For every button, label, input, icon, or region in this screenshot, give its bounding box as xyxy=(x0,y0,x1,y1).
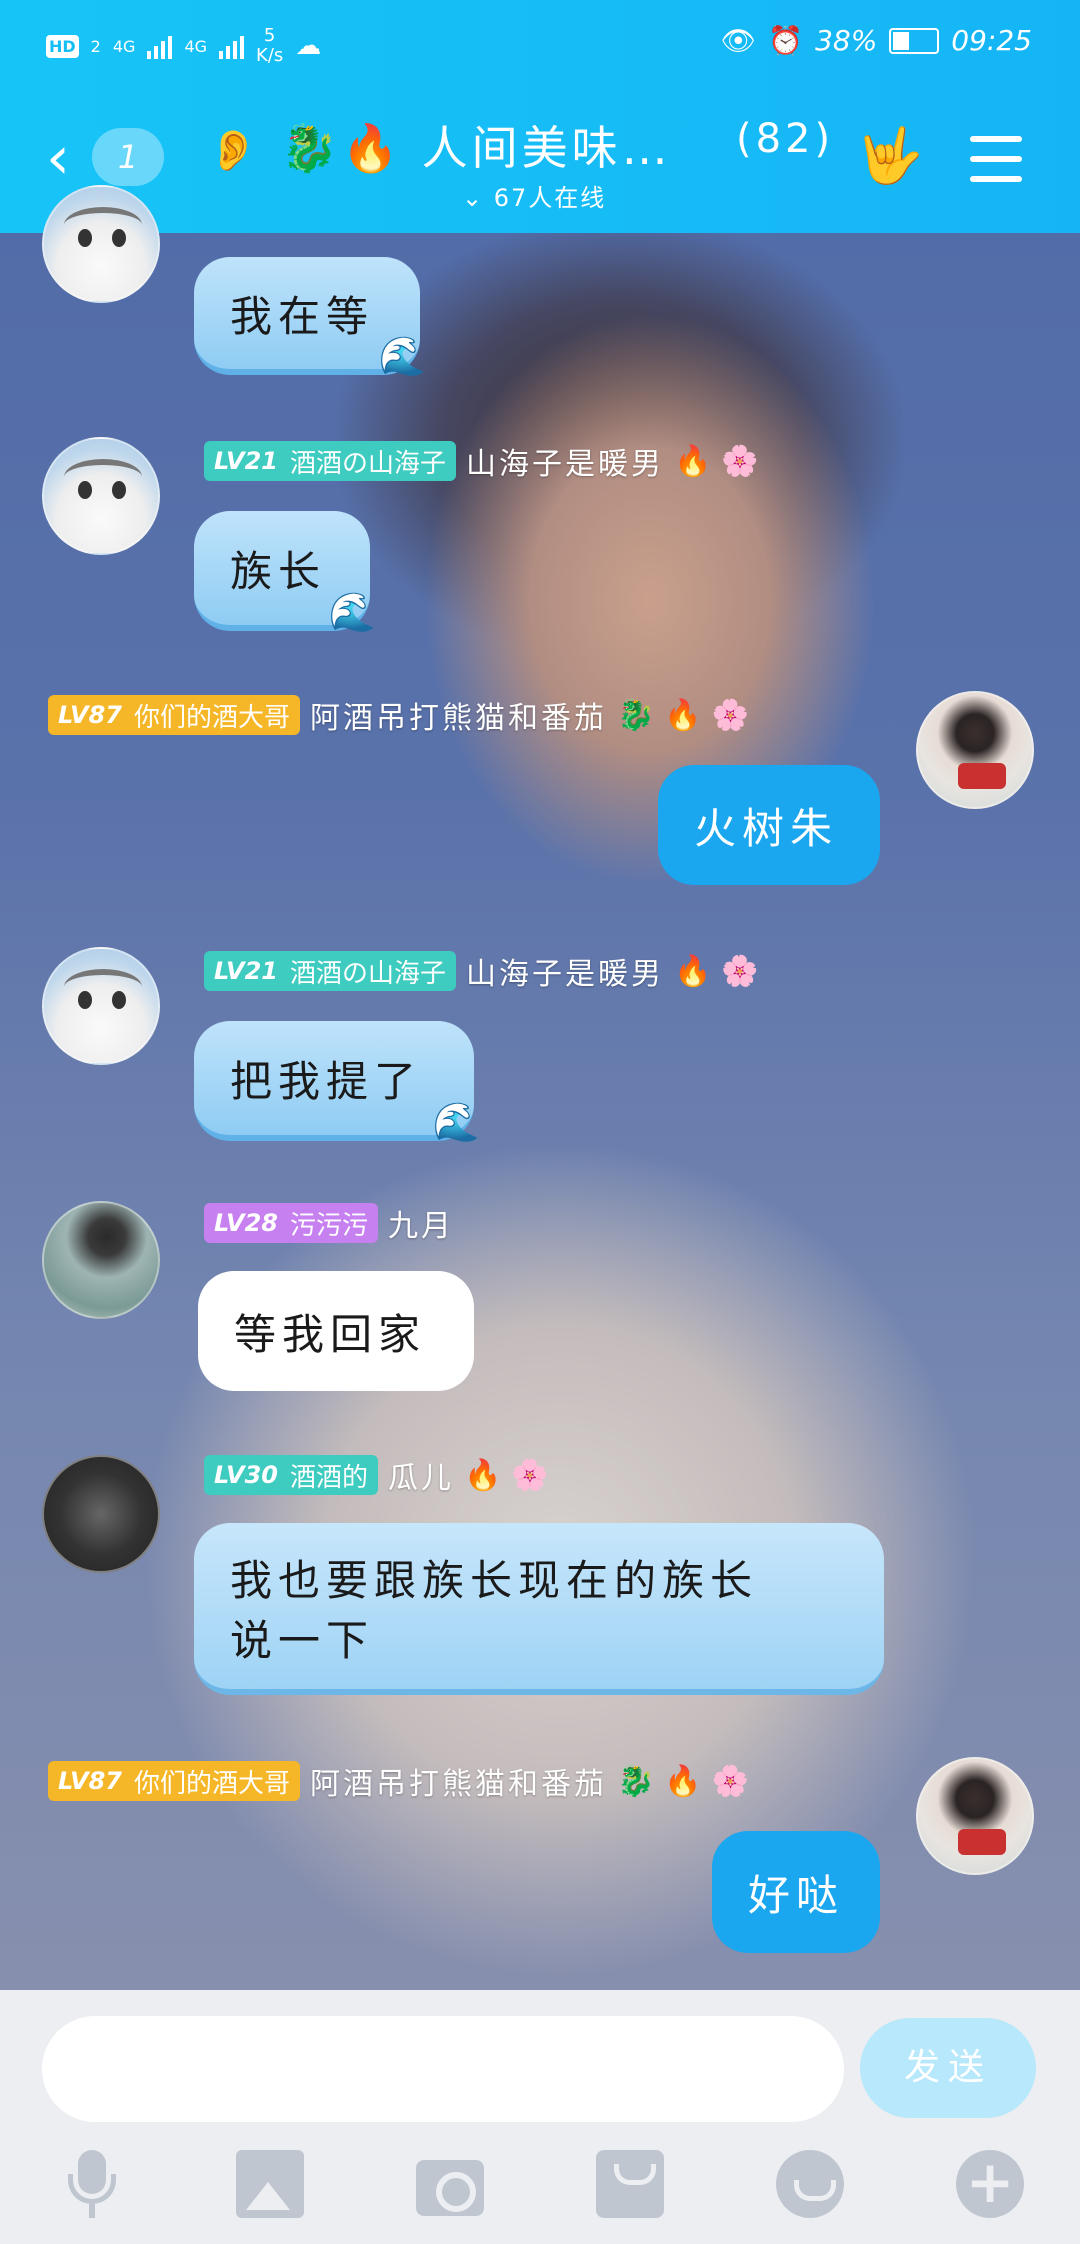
wave-decoration-icon: 🌊 xyxy=(328,590,382,634)
sender-info: LV30 酒酒的 瓜儿 🔥 🌸 xyxy=(204,1455,549,1496)
fire-icon: 🔥 xyxy=(463,1457,502,1493)
send-button[interactable]: 发送 xyxy=(860,2018,1036,2118)
level-badge: LV30 酒酒的 xyxy=(204,1455,378,1495)
emoji-icon[interactable] xyxy=(776,2150,844,2218)
message-text: 把我提了 xyxy=(230,1056,423,1106)
signal-icon xyxy=(147,33,173,59)
flower-icon: 🌸 xyxy=(711,697,750,733)
level-badge: LV21 酒酒の山海子 xyxy=(204,951,456,991)
avatar[interactable] xyxy=(42,1201,160,1319)
message-bubble[interactable]: 我也要跟族长现在的族长 说一下 xyxy=(194,1523,884,1695)
battery-icon xyxy=(889,27,940,54)
back-button[interactable]: ‹ xyxy=(46,128,86,188)
level-badge: LV87 你们的酒大哥 xyxy=(48,1761,300,1801)
sender-name: 阿酒吊打熊猫和番茄 xyxy=(309,701,607,736)
message-bubble[interactable]: 我在等 🌊 xyxy=(194,257,426,378)
top-bar: HD 2 4G 4G 5 K/s ☁ 👁 ⏰ 38% 09:25 ‹ 1 👂 🐉🔥… xyxy=(0,0,1080,233)
message-text: 等我回家 xyxy=(234,1309,427,1359)
flower-icon: 🌸 xyxy=(711,1763,750,1799)
fire-icon: 🔥 xyxy=(673,443,712,479)
my-message-bubble[interactable]: 火树朱 xyxy=(658,765,880,885)
eye-icon: 👁 xyxy=(720,24,757,57)
plus-icon[interactable]: + xyxy=(956,2150,1024,2218)
sim-slot: 2 xyxy=(90,36,101,56)
message-bubble[interactable]: 把我提了 🌊 xyxy=(194,1021,480,1144)
sender-info: LV87 你们的酒大哥 阿酒吊打熊猫和番茄 🐉 🔥 🌸 xyxy=(48,1761,750,1802)
message-text-line2: 说一下 xyxy=(230,1616,375,1665)
fire-icon: 🔥 xyxy=(673,953,712,989)
sender-name: 九月 xyxy=(387,1209,454,1244)
message-bubble[interactable]: 族长 🌊 xyxy=(194,511,376,634)
dragon-icon: 🐉 xyxy=(616,1763,655,1799)
sender-info: LV87 你们的酒大哥 阿酒吊打熊猫和番茄 🐉 🔥 🌸 xyxy=(48,695,750,736)
camera-icon[interactable] xyxy=(416,2160,484,2216)
message-text-line1: 我也要跟族长现在的族长 xyxy=(230,1556,759,1605)
sender-info: LV21 酒酒の山海子 山海子是暖男 🔥 🌸 xyxy=(204,951,759,992)
message-input[interactable] xyxy=(42,2016,844,2122)
network-type-2: 4G xyxy=(184,36,208,56)
chat-header: ‹ 1 👂 🐉🔥 人间美味… (82) ⌄ 67人在线 🤟 xyxy=(0,100,1080,220)
status-bar: HD 2 4G 4G 5 K/s ☁ 👁 ⏰ 38% 09:25 xyxy=(0,18,1080,72)
sender-name: 山海子是暖男 xyxy=(465,447,664,482)
group-title[interactable]: 👂 🐉🔥 人间美味… xyxy=(208,112,672,178)
dragon-icon: 🐉 xyxy=(616,697,655,733)
message-list[interactable]: 我在等 🌊 LV21 酒酒の山海子 山海子是暖男 🔥 🌸 族长 🌊 LV87 你们的酒… xyxy=(0,185,1080,1990)
level-badge: LV28 污污污 xyxy=(204,1203,378,1243)
unread-badge[interactable]: 1 xyxy=(92,128,164,186)
group-name: 人间美味… xyxy=(421,121,672,175)
message-text: 族长 xyxy=(230,546,327,596)
avatar[interactable] xyxy=(42,185,160,303)
alarm-icon: ⏰ xyxy=(768,24,804,57)
dragon-icon: 🐉 xyxy=(280,121,342,175)
flower-icon: 🌸 xyxy=(511,1457,549,1493)
my-avatar[interactable] xyxy=(916,1757,1034,1875)
member-count: (82) xyxy=(736,116,835,162)
message-text: 好哒 xyxy=(748,1870,845,1920)
my-avatar[interactable] xyxy=(916,691,1034,809)
input-panel: 发送 + xyxy=(0,1990,1080,2244)
hd-indicator: HD xyxy=(46,34,79,58)
level-badge: LV87 你们的酒大哥 xyxy=(48,695,300,735)
message-text: 我在等 xyxy=(230,291,375,341)
online-status[interactable]: ⌄ 67人在线 xyxy=(462,178,606,213)
flower-icon: 🌸 xyxy=(721,953,759,989)
rock-hand-icon[interactable]: 🤟 xyxy=(856,124,923,188)
message-bubble[interactable]: 等我回家 xyxy=(198,1271,474,1391)
sender-info: LV28 污污污 九月 xyxy=(204,1203,454,1244)
avatar[interactable] xyxy=(42,1455,160,1573)
image-icon[interactable] xyxy=(236,2150,304,2218)
wave-decoration-icon: 🌊 xyxy=(432,1100,486,1144)
cloud-icon: ☁ xyxy=(295,31,322,61)
chevron-down-icon: ⌄ xyxy=(462,184,485,212)
sender-name: 瓜儿 xyxy=(387,1461,454,1496)
avatar[interactable] xyxy=(42,947,160,1065)
fire-icon: 🔥 xyxy=(664,697,702,733)
wave-decoration-icon: 🌊 xyxy=(378,334,432,378)
red-packet-icon[interactable] xyxy=(596,2150,664,2218)
sender-name: 阿酒吊打熊猫和番茄 xyxy=(309,1767,607,1802)
clock: 09:25 xyxy=(951,24,1032,57)
microphone-icon[interactable] xyxy=(58,2150,126,2218)
flower-icon: 🌸 xyxy=(721,443,759,479)
message-text: 火树朱 xyxy=(694,803,839,853)
fire-icon: 🔥 xyxy=(664,1763,702,1799)
level-badge: LV21 酒酒の山海子 xyxy=(204,441,456,481)
fire-icon: 🔥 xyxy=(341,121,403,175)
sender-name: 山海子是暖男 xyxy=(465,957,664,992)
battery-percent: 38% xyxy=(815,24,878,57)
avatar[interactable] xyxy=(42,437,160,555)
network-type-1: 4G xyxy=(112,36,136,56)
ear-icon: 👂 xyxy=(208,128,262,174)
toolbar: + xyxy=(0,2150,1080,2230)
sender-info: LV21 酒酒の山海子 山海子是暖男 🔥 🌸 xyxy=(204,441,759,482)
my-message-bubble[interactable]: 好哒 xyxy=(712,1831,880,1953)
signal-icon-2 xyxy=(219,33,245,59)
network-speed: 5 K/s xyxy=(256,25,284,66)
menu-button[interactable] xyxy=(970,136,1022,182)
